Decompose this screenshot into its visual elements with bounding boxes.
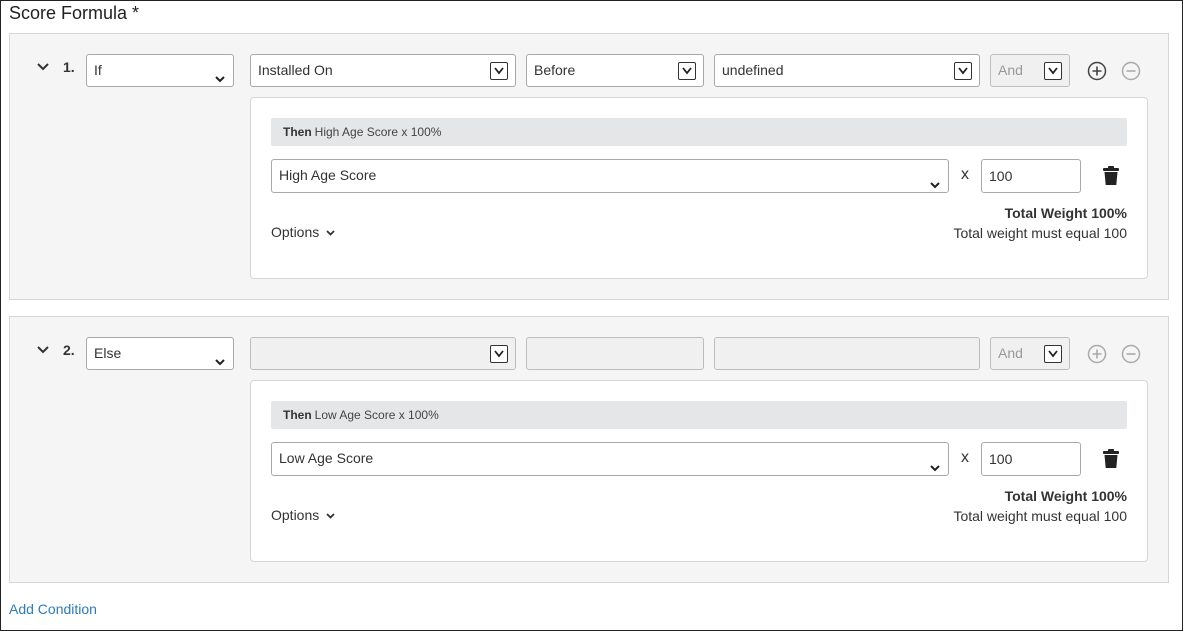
field-select[interactable]: Installed On [250,54,516,87]
join-select[interactable]: And [990,337,1070,370]
options-toggle[interactable]: Options [271,224,336,240]
then-summary: Then High Age Score x 100% [271,118,1127,146]
multiply-symbol: x [961,449,969,466]
chevron-down-icon [954,62,972,80]
then-text: High Age Score x 100% [314,125,442,139]
score-select[interactable]: Low Age Score [271,442,949,476]
chevron-down-icon [214,65,226,83]
chevron-down-icon [678,62,696,80]
condition-type-select[interactable]: Else [86,337,234,370]
condition-type-value: Else [94,345,122,361]
collapse-chevron-down-icon[interactable] [36,343,50,357]
value-select[interactable]: undefined [714,54,980,87]
operator-input[interactable] [526,337,704,370]
options-label: Options [271,507,320,523]
operator-value: Before [534,62,576,78]
total-weight: Total Weight 100% [1004,205,1127,221]
join-select[interactable]: And [990,54,1070,87]
field-value: Installed On [258,62,333,78]
then-text: Low Age Score x 100% [314,408,439,422]
total-weight-note: Total weight must equal 100 [953,508,1127,524]
options-toggle[interactable]: Options [271,507,336,523]
then-panel: Then Low Age Score x 100% Low Age Score x… [250,380,1148,562]
join-value: And [998,62,1023,78]
multiply-symbol: x [961,166,969,183]
condition-number: 2. [63,342,75,358]
then-label: Then [283,408,312,422]
condition-2: 2. Else And Then Low Age Score x 100% Low… [9,316,1169,583]
field-select[interactable] [250,337,516,370]
score-select[interactable]: High Age Score [271,159,949,193]
add-criteria-plus-circle-icon[interactable] [1087,344,1107,364]
chevron-down-icon [1044,62,1062,80]
operator-select[interactable]: Before [526,54,704,87]
value-input[interactable] [714,337,980,370]
join-value: And [998,345,1023,361]
chevron-down-icon [326,230,335,237]
condition-type-select[interactable]: If [86,54,234,87]
total-weight: Total Weight 100% [1004,488,1127,504]
remove-criteria-minus-circle-icon[interactable] [1121,61,1141,81]
value-value: undefined [722,62,784,78]
weight-input[interactable]: 100 [981,159,1081,193]
delete-trash-icon[interactable] [1102,166,1120,186]
condition-1: 1. If Installed On Before undefined And … [9,33,1169,300]
add-condition-link[interactable]: Add Condition [9,601,97,617]
chevron-down-icon [1044,345,1062,363]
options-label: Options [271,224,320,240]
then-summary: Then Low Age Score x 100% [271,401,1127,429]
chevron-down-icon [490,62,508,80]
then-panel: Then High Age Score x 100% High Age Score… [250,97,1148,279]
score-value: High Age Score [279,167,377,183]
page-title: Score Formula * [9,3,140,23]
add-criteria-plus-circle-icon[interactable] [1087,61,1107,81]
chevron-down-icon [929,454,941,472]
then-label: Then [283,125,312,139]
chevron-down-icon [326,513,335,520]
remove-criteria-minus-circle-icon[interactable] [1121,344,1141,364]
total-weight-note: Total weight must equal 100 [953,225,1127,241]
weight-input[interactable]: 100 [981,442,1081,476]
chevron-down-icon [929,171,941,189]
score-value: Low Age Score [279,450,374,466]
chevron-down-icon [490,345,508,363]
collapse-chevron-down-icon[interactable] [36,60,50,74]
condition-type-value: If [94,62,102,78]
chevron-down-icon [214,348,226,366]
delete-trash-icon[interactable] [1102,449,1120,469]
condition-number: 1. [63,59,75,75]
